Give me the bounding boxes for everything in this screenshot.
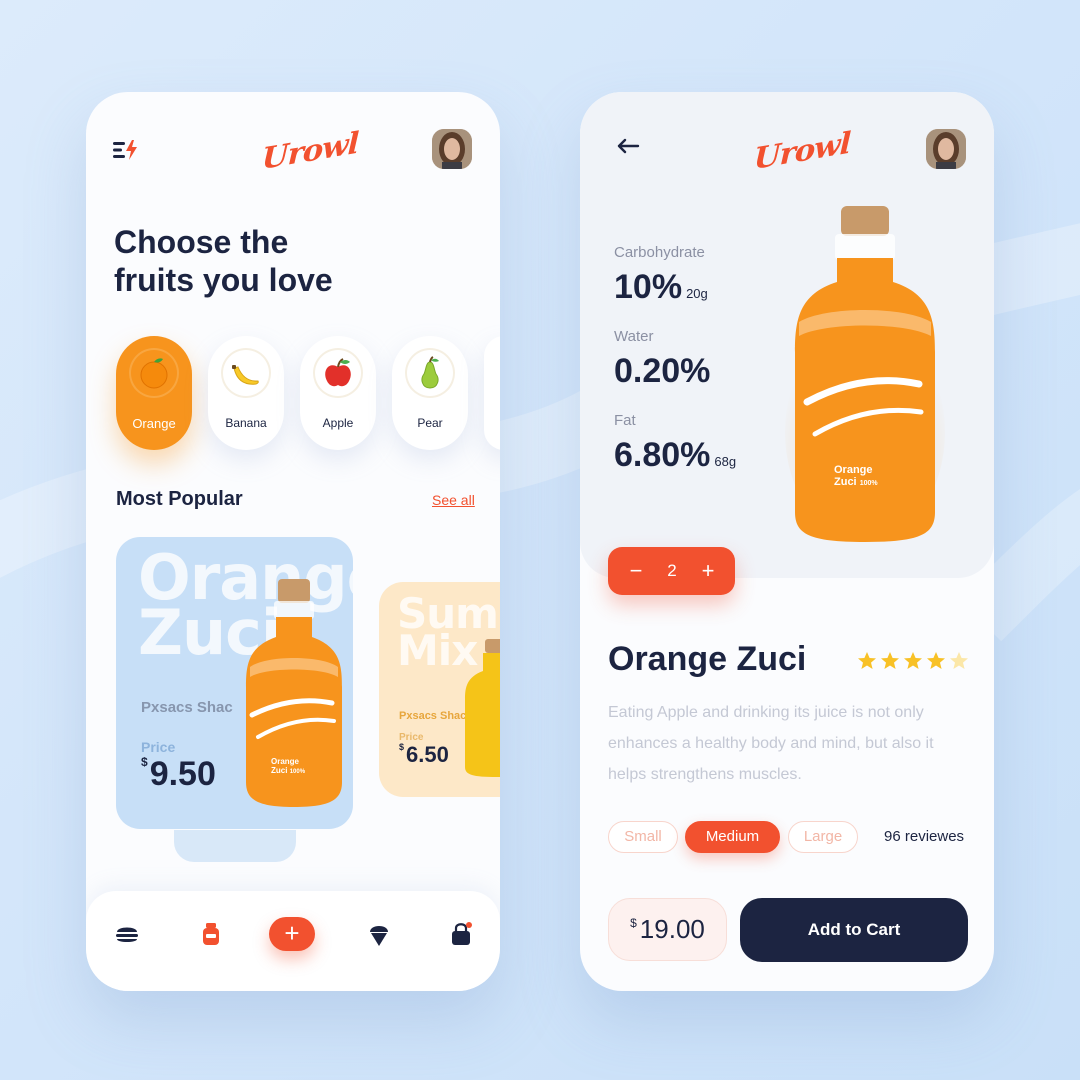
size-large[interactable]: Large bbox=[788, 821, 858, 853]
increase-button[interactable]: + bbox=[688, 547, 728, 595]
burger-icon[interactable] bbox=[114, 921, 140, 947]
bottle-label-pct: 100% bbox=[289, 769, 306, 775]
product-card-orange-zuci[interactable]: Orange Zuci Pxsacs Shac Price $9.50 Oran… bbox=[116, 537, 353, 829]
star-icon bbox=[881, 652, 899, 669]
banana-icon bbox=[232, 365, 259, 385]
product-title: Orange Zuci bbox=[608, 640, 807, 678]
home-screen: Urowl Choose the fruits you love Orange bbox=[86, 92, 500, 991]
star-icon bbox=[927, 652, 945, 669]
nutrition-label: Carbohydrate bbox=[614, 244, 705, 261]
bottle-label-line-2: Zuci bbox=[834, 476, 857, 488]
star-icon bbox=[904, 652, 922, 669]
card-price: $9.50 bbox=[141, 755, 216, 794]
nutrition-value: 6.80% 68g bbox=[614, 436, 736, 475]
user-photo bbox=[432, 129, 472, 169]
chip-icon-wrap bbox=[313, 348, 363, 398]
card-subtitle: Pxsacs Shac bbox=[141, 699, 233, 716]
product-description: Eating Apple and drinking its juice is n… bbox=[608, 704, 934, 783]
category-pear[interactable]: Pear bbox=[392, 336, 468, 450]
see-all-link[interactable]: See all bbox=[432, 492, 475, 508]
nutrition-percent: 10% bbox=[614, 268, 683, 306]
size-small[interactable]: Small bbox=[608, 821, 678, 853]
bottle-label: Orange Zuci 100% bbox=[271, 757, 305, 777]
category-label: Orange bbox=[132, 416, 176, 431]
price-value: 6.50 bbox=[406, 742, 449, 767]
total-price: $19.00 bbox=[608, 898, 727, 961]
section-title: Most Popular bbox=[116, 488, 243, 510]
bottle-label: Orange Zuci 100% bbox=[834, 464, 878, 490]
card-shadow bbox=[174, 830, 296, 862]
menu-icon[interactable] bbox=[113, 140, 139, 160]
chip-icon-wrap bbox=[405, 348, 455, 398]
pear-icon bbox=[421, 356, 439, 389]
price-value: 19.00 bbox=[639, 914, 705, 944]
nutrition-percent: 6.80% bbox=[614, 436, 711, 474]
juice-bottle-image bbox=[465, 639, 500, 777]
chip-icon-wrap bbox=[129, 348, 179, 398]
price-label: Price bbox=[141, 739, 176, 755]
category-more[interactable] bbox=[484, 336, 500, 450]
product-detail-screen: Urowl Carbohydrate 10% 20g Water 0.20% Fa… bbox=[580, 92, 994, 991]
review-count[interactable]: 96 reviewes bbox=[884, 828, 964, 845]
category-orange[interactable]: Orange bbox=[116, 336, 192, 450]
apple-icon bbox=[325, 358, 351, 387]
nutrition-value: 0.20% bbox=[614, 352, 714, 391]
juice-bottle-image bbox=[785, 206, 945, 542]
nutrition-percent: 0.20% bbox=[614, 352, 711, 390]
nutrition-label: Water bbox=[614, 328, 654, 345]
headline-line-1: Choose the bbox=[114, 224, 289, 260]
card-subtitle: Pxsacs Shac bbox=[399, 710, 467, 722]
chip-icon-wrap bbox=[221, 348, 271, 398]
bottle-label-line-2: Zuci bbox=[271, 766, 288, 775]
avatar[interactable] bbox=[926, 129, 966, 169]
add-to-cart-button[interactable]: Add to Cart bbox=[740, 898, 968, 962]
size-medium[interactable]: Medium bbox=[685, 821, 780, 853]
ice-cream-icon[interactable] bbox=[366, 921, 392, 947]
category-apple[interactable]: Apple bbox=[300, 336, 376, 450]
card-price: $6.50 bbox=[399, 742, 449, 768]
nutrition-unit: 20g bbox=[686, 286, 708, 301]
juice-bottle-image bbox=[246, 579, 342, 807]
product-card-summer-mix[interactable]: Summ Mix Pxsacs Shac Price $6.50 bbox=[379, 582, 500, 797]
user-photo bbox=[926, 129, 966, 169]
add-button[interactable]: + bbox=[269, 917, 315, 951]
brand-logo: Urowl bbox=[261, 126, 359, 177]
category-label: Apple bbox=[322, 416, 354, 430]
rating-stars bbox=[858, 652, 968, 669]
star-icon bbox=[858, 652, 876, 669]
avatar[interactable] bbox=[432, 129, 472, 169]
quantity-stepper: − 2 + bbox=[608, 547, 735, 595]
bottle-label-line-1: Orange bbox=[271, 757, 300, 766]
page-title: Choose the fruits you love bbox=[114, 223, 414, 299]
jar-icon[interactable] bbox=[198, 921, 224, 947]
quantity-value: 2 bbox=[667, 561, 677, 580]
bottom-nav: + bbox=[86, 891, 500, 991]
star-half-icon bbox=[950, 652, 968, 669]
headline-line-2: fruits you love bbox=[114, 262, 333, 298]
decrease-button[interactable]: − bbox=[616, 547, 656, 595]
currency-symbol: $ bbox=[141, 755, 148, 769]
nutrition-unit: 68g bbox=[714, 454, 737, 469]
back-arrow-icon[interactable] bbox=[616, 138, 640, 154]
category-banana[interactable]: Banana bbox=[208, 336, 284, 450]
category-label: Pear bbox=[417, 416, 443, 430]
bag-icon[interactable] bbox=[448, 921, 474, 947]
bottle-label-pct: 100% bbox=[859, 480, 878, 487]
currency-symbol: $ bbox=[399, 742, 405, 752]
nutrition-value: 10% 20g bbox=[614, 268, 708, 307]
bottle-label-line-1: Orange bbox=[834, 464, 873, 476]
category-label: Banana bbox=[225, 416, 267, 430]
nutrition-label: Fat bbox=[614, 412, 636, 429]
orange-icon bbox=[140, 358, 168, 389]
currency-symbol: $ bbox=[630, 916, 637, 930]
price-value: 9.50 bbox=[149, 755, 216, 793]
